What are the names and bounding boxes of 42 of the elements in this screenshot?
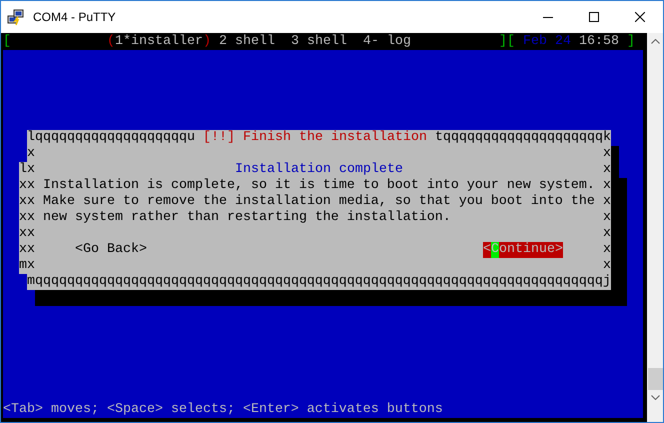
dialog-border: xx (19, 194, 35, 210)
dialog-border: x (603, 178, 611, 194)
dialog-border: x (603, 146, 611, 162)
dialog-title: [!!] Finish the installation (203, 130, 427, 146)
scrollbar[interactable] (647, 33, 663, 422)
dialog-border: mx (19, 258, 35, 274)
dialog-button[interactable]: <Go Back> (75, 242, 147, 258)
scroll-down-icon[interactable] (650, 395, 660, 400)
status-bracket: ][ (499, 34, 515, 50)
minimize-icon (543, 16, 553, 18)
dialog-border: x (603, 162, 611, 178)
window-label: 3 shell (290, 34, 348, 50)
dialog-message: Installation is complete, so it is time to boot into your new system. Make sure to remove the installation media, so that you boot into the new system rather than restarting the installation. (43, 178, 595, 226)
scroll-thumb[interactable] (648, 368, 662, 390)
dialog-heading: Installation complete (235, 162, 403, 178)
dialog-border: x (603, 210, 611, 226)
window-label: 4- log (362, 34, 412, 50)
dialog-border: mqqqqqqqqqqqqqqqqqqqqqqqqqqqqqqqqqqqqqqqqqqqqqqqqqqqqqqqqqqqqqqqqqqqqqqqj (27, 274, 611, 290)
close-icon (635, 12, 645, 22)
dialog-border: xx (19, 242, 35, 258)
date-label: Feb 24 (523, 34, 571, 50)
window-label: 2 shell (218, 34, 276, 50)
dialog-border: xx (19, 226, 35, 242)
dialog-border: x (26, 146, 35, 162)
dialog-border: x (603, 258, 611, 274)
clock-time: 16:58 (579, 34, 619, 50)
window-title: COM4 - PuTTY (33, 9, 116, 26)
dialog-border: x (603, 226, 611, 242)
dialog-border: lqqqqqqqqqqqqqqqqqqqu (27, 130, 195, 146)
computers-icon (7, 8, 25, 26)
dialog-border: lx (19, 162, 35, 178)
dialog-border: tqqqqqqqqqqqqqqqqqqqqk (435, 130, 611, 146)
status-bracket: [ (3, 34, 11, 50)
key-hint: <Tab> moves; <Space> selects; <Enter> activates buttons (3, 402, 444, 418)
scroll-up-icon[interactable] (650, 39, 660, 44)
status-bracket: ] (627, 34, 635, 50)
maximize-icon (589, 12, 599, 22)
dialog-border: xx (19, 178, 35, 194)
dialog-border: xx (19, 210, 35, 226)
dialog-border: x (603, 194, 611, 210)
dialog-border: x (603, 242, 611, 258)
window-label: (1*installer) (107, 34, 211, 50)
